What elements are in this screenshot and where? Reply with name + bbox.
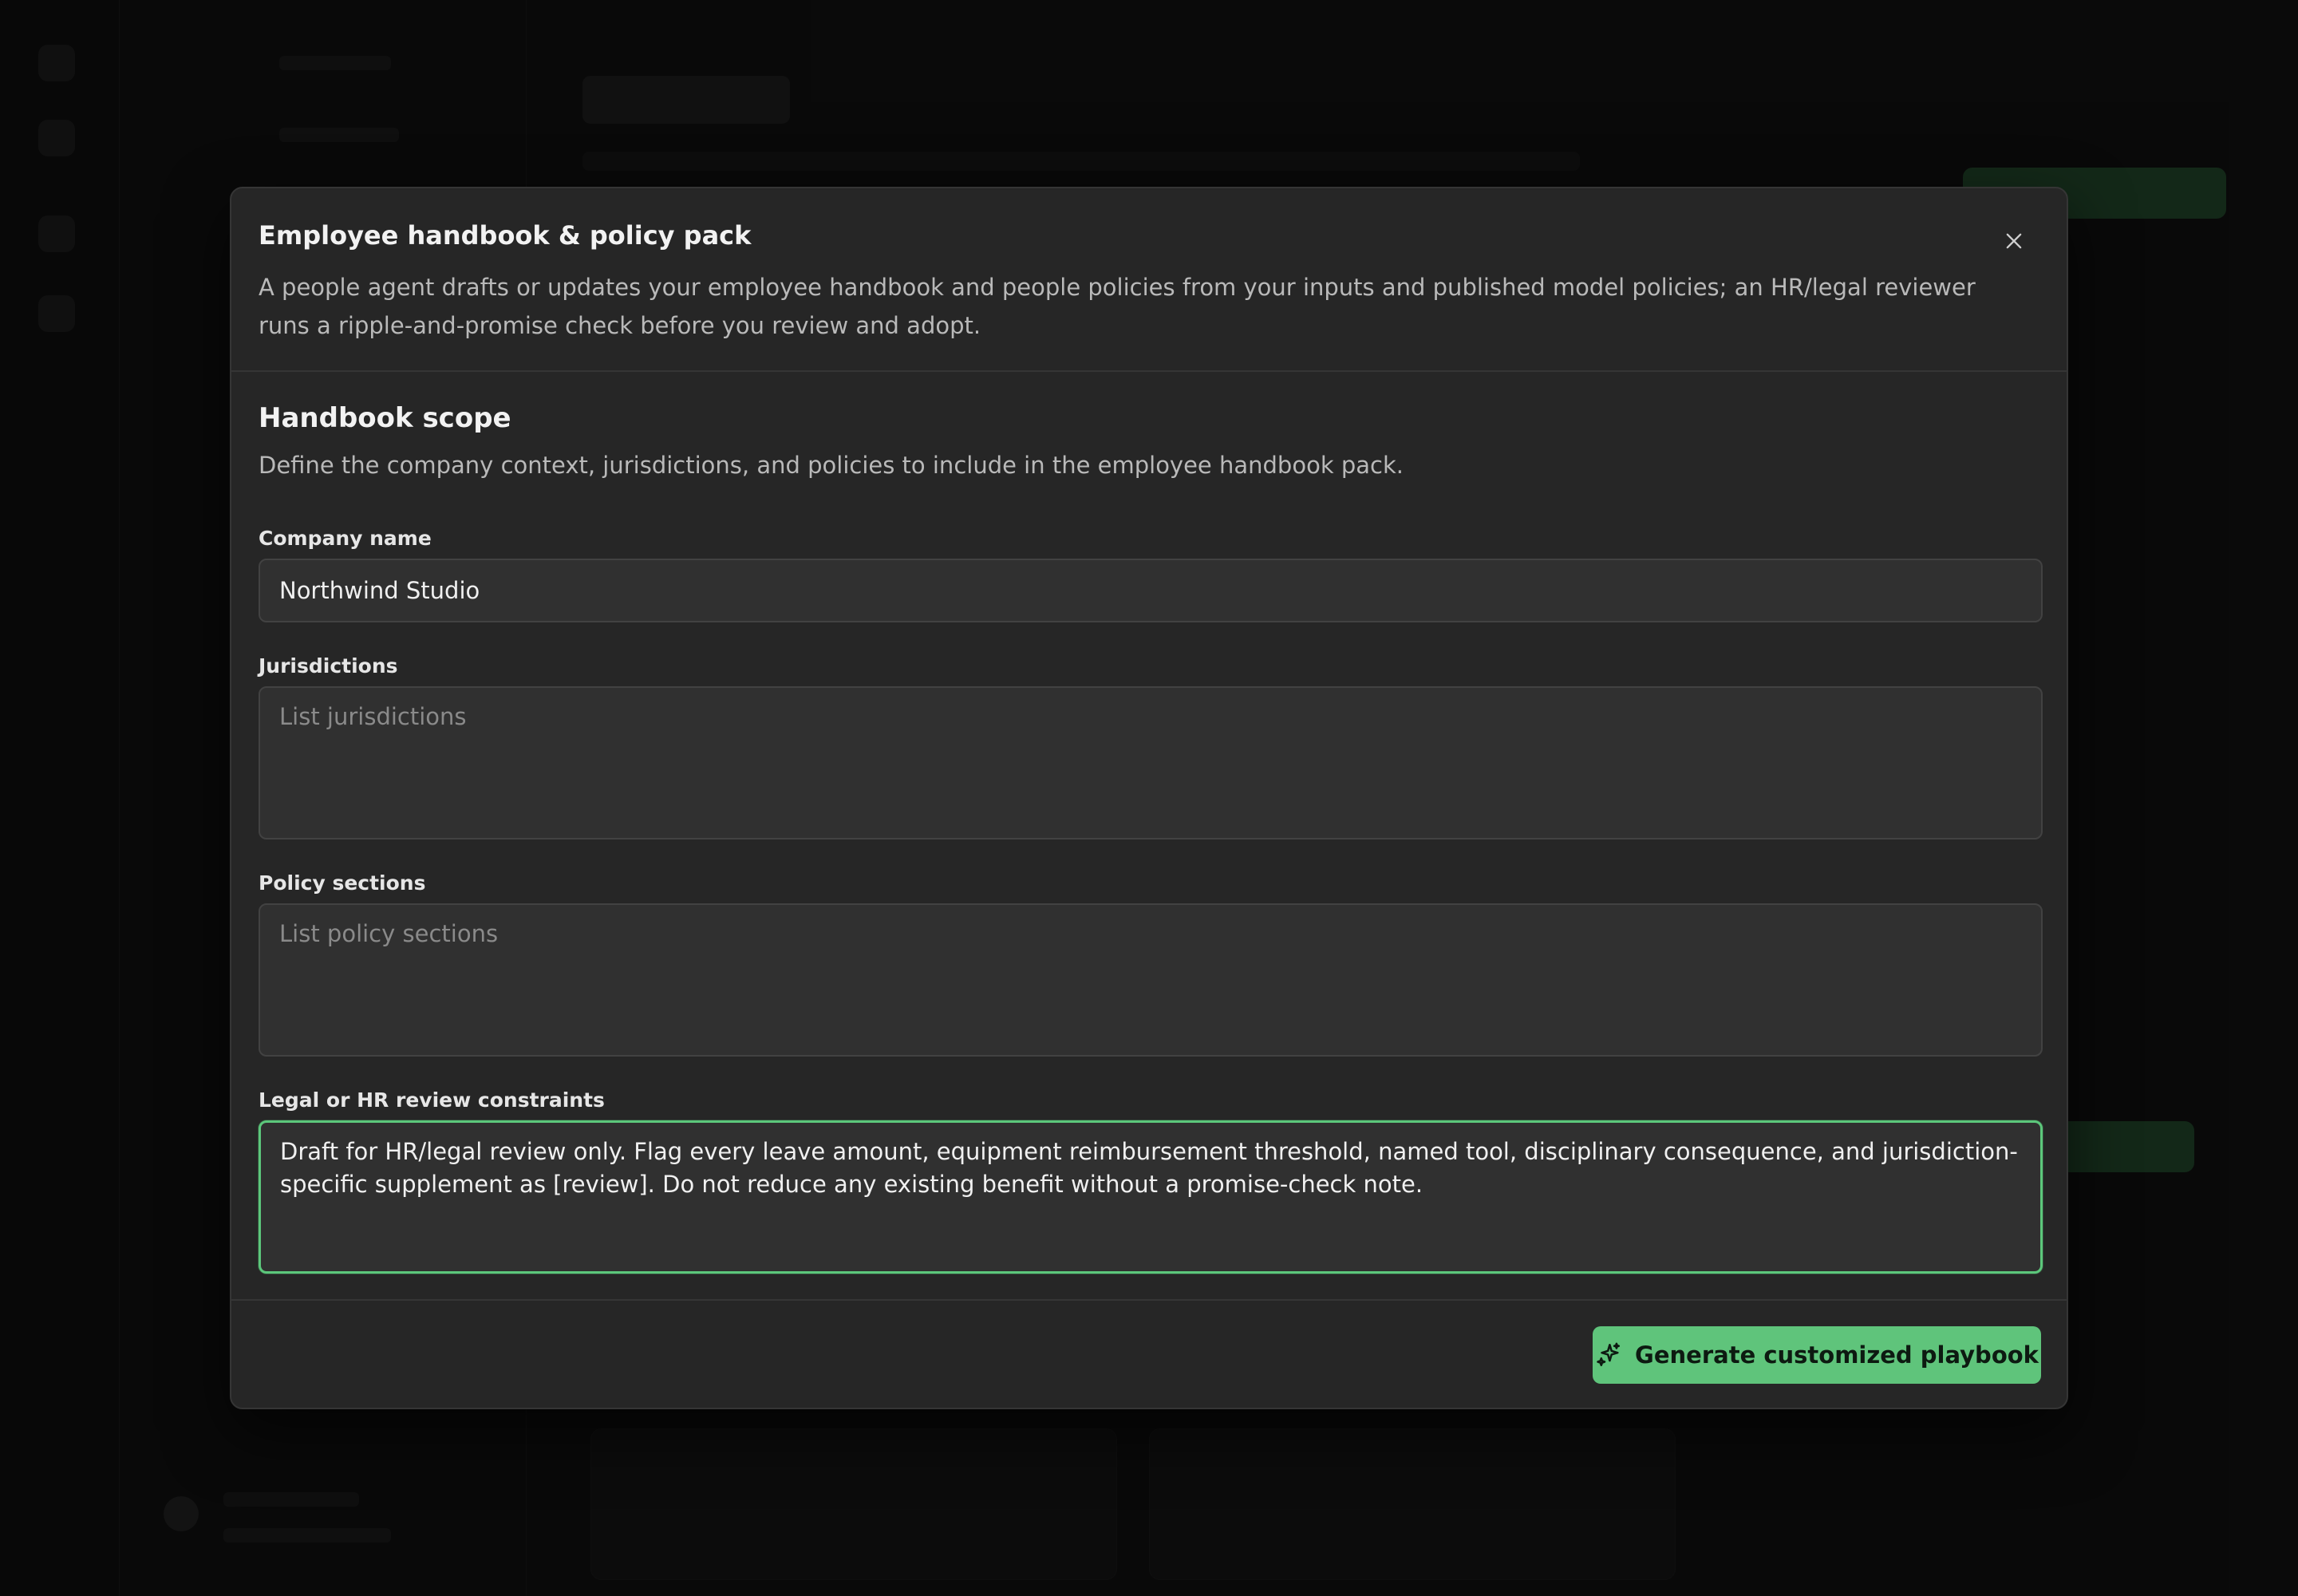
modal-description: A people agent drafts or updates your em… (259, 274, 1976, 339)
section-title: Handbook scope (259, 402, 511, 434)
constraints-label: Legal or HR review constraints (259, 1088, 605, 1112)
modal-header: Employee handbook & policy pack A people… (231, 188, 2067, 372)
constraints-textarea[interactable]: Draft for HR/legal review only. Flag eve… (259, 1120, 2043, 1274)
modal-title: Employee handbook & policy pack (259, 220, 752, 251)
section-description: Define the company context, jurisdiction… (259, 452, 1404, 479)
company-name-input[interactable] (259, 559, 2043, 622)
company-name-label: Company name (259, 527, 432, 550)
policy-sections-label: Policy sections (259, 871, 426, 895)
handbook-modal: Employee handbook & policy pack A people… (230, 187, 2068, 1409)
policy-sections-textarea[interactable] (259, 903, 2043, 1057)
jurisdictions-label: Jurisdictions (259, 654, 398, 678)
generate-button-label: Generate customized playbook (1635, 1341, 2039, 1369)
generate-playbook-button[interactable]: Generate customized playbook (1593, 1326, 2041, 1384)
modal-footer: Generate customized playbook (231, 1299, 2067, 1409)
close-button[interactable] (1995, 222, 2033, 260)
sparkles-icon (1597, 1342, 1621, 1367)
jurisdictions-textarea[interactable] (259, 686, 2043, 839)
close-icon (2006, 233, 2022, 249)
